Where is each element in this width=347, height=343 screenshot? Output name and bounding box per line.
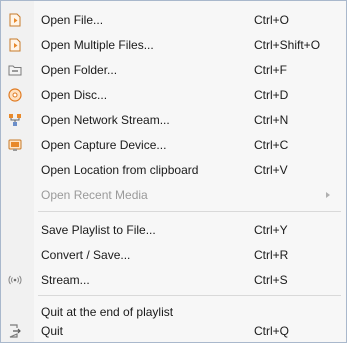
menu-item-shortcut: Ctrl+Q xyxy=(254,324,290,338)
menu-item-open-location-clipboard[interactable]: Open Location from clipboard Ctrl+V xyxy=(1,159,346,181)
disc-icon xyxy=(8,88,22,102)
network-icon xyxy=(8,113,22,127)
menu-item-label: Open Network Stream... xyxy=(41,113,170,127)
menu-item-shortcut: Ctrl+N xyxy=(254,113,289,127)
menu-item-open-folder[interactable]: Open Folder... Ctrl+F xyxy=(1,59,346,81)
menu-item-convert-save[interactable]: Convert / Save... Ctrl+R xyxy=(1,244,346,266)
menu-item-open-recent-media: Open Recent Media xyxy=(1,184,346,206)
menu-item-open-disc[interactable]: Open Disc... Ctrl+D xyxy=(1,84,346,106)
menu-item-shortcut: Ctrl+R xyxy=(254,248,289,262)
menu-item-shortcut: Ctrl+Y xyxy=(254,223,288,237)
menu-item-quit[interactable]: Quit Ctrl+Q xyxy=(1,320,346,342)
menu-item-label: Open Disc... xyxy=(41,88,108,102)
menu-separator xyxy=(38,295,341,296)
menu-item-label: Open Multiple Files... xyxy=(41,38,154,52)
menu-item-label: Open Recent Media xyxy=(41,188,148,202)
media-menu: Open File... Ctrl+O Open Multiple Files.… xyxy=(0,0,347,343)
menu-item-shortcut: Ctrl+V xyxy=(254,163,288,177)
menu-item-shortcut: Ctrl+D xyxy=(254,88,289,102)
menu-item-stream[interactable]: Stream... Ctrl+S xyxy=(1,269,346,291)
menu-item-shortcut: Ctrl+O xyxy=(254,13,290,27)
menu-item-label: Convert / Save... xyxy=(41,248,131,262)
submenu-arrow-icon xyxy=(326,192,330,198)
menu-item-shortcut: Ctrl+F xyxy=(254,63,287,77)
menu-separator xyxy=(38,211,341,212)
menu-item-shortcut: Ctrl+Shift+O xyxy=(254,38,321,52)
menu-item-save-playlist[interactable]: Save Playlist to File... Ctrl+Y xyxy=(1,219,346,241)
menu-item-open-file[interactable]: Open File... Ctrl+O xyxy=(1,9,346,31)
menu-item-label: Quit at the end of playlist xyxy=(41,305,174,319)
menu-item-label: Open Location from clipboard xyxy=(41,163,199,177)
menu-item-open-network-stream[interactable]: Open Network Stream... Ctrl+N xyxy=(1,109,346,131)
menu-item-label: Open Folder... xyxy=(41,63,118,77)
file-icon xyxy=(8,13,22,27)
menu-item-open-multiple-files[interactable]: Open Multiple Files... Ctrl+Shift+O xyxy=(1,34,346,56)
menu-item-open-capture-device[interactable]: Open Capture Device... Ctrl+C xyxy=(1,134,346,156)
menu-item-label: Quit xyxy=(41,324,64,338)
menu-item-shortcut: Ctrl+C xyxy=(254,138,289,152)
menu-item-label: Open Capture Device... xyxy=(41,138,167,152)
menu-item-label: Stream... xyxy=(41,273,90,287)
quit-icon xyxy=(8,324,22,338)
menu-item-shortcut: Ctrl+S xyxy=(254,273,288,287)
stream-icon xyxy=(8,273,22,287)
menu-item-label: Save Playlist to File... xyxy=(41,223,156,237)
capture-device-icon xyxy=(8,138,22,152)
multiple-files-icon xyxy=(8,38,22,52)
menu-item-label: Open File... xyxy=(41,13,104,27)
folder-icon xyxy=(8,63,22,77)
